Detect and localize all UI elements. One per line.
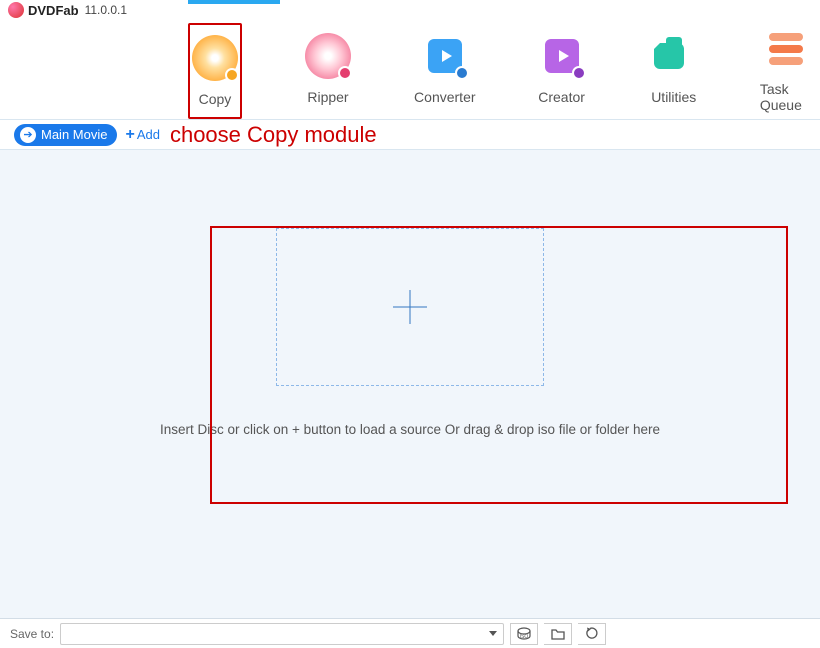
annotation-highlight-box — [210, 226, 788, 504]
active-module-indicator — [188, 0, 280, 4]
folder-icon — [550, 626, 566, 642]
taskqueue-icon — [763, 25, 809, 71]
mode-label: Main Movie — [41, 127, 107, 142]
refresh-button[interactable] — [578, 623, 606, 645]
plus-icon: + — [125, 126, 134, 144]
module-label: Converter — [414, 89, 475, 105]
iso-icon: ISO — [516, 626, 532, 642]
module-copy[interactable]: Copy — [188, 23, 242, 119]
svg-text:ISO: ISO — [520, 634, 529, 640]
annotation-text: choose Copy module — [170, 122, 377, 148]
save-to-label: Save to: — [10, 627, 54, 641]
module-converter[interactable]: Converter — [414, 23, 475, 119]
module-label: Creator — [538, 89, 585, 105]
app-brand: DVDFab — [28, 3, 79, 18]
utilities-icon — [651, 33, 697, 79]
module-ripper[interactable]: Ripper — [302, 23, 354, 119]
add-button[interactable]: + Add — [125, 126, 159, 144]
arrow-right-circle-icon: ➔ — [20, 127, 36, 143]
module-tabs: Copy Ripper Converter Creator — [0, 20, 820, 120]
app-version: 11.0.0.1 — [85, 3, 127, 17]
app-logo-icon — [8, 2, 24, 18]
module-label: Ripper — [307, 89, 348, 105]
module-label: Task Queue — [760, 81, 812, 113]
bottombar: Save to: ISO — [0, 618, 820, 648]
module-taskqueue[interactable]: Task Queue — [760, 23, 812, 119]
module-label: Copy — [199, 91, 232, 107]
save-folder-button[interactable] — [544, 623, 572, 645]
save-iso-button[interactable]: ISO — [510, 623, 538, 645]
refresh-icon — [584, 626, 600, 642]
module-utilities[interactable]: Utilities — [648, 23, 700, 119]
mode-selector[interactable]: ➔ Main Movie — [14, 124, 117, 146]
save-to-dropdown[interactable] — [60, 623, 504, 645]
toolbar: ➔ Main Movie + Add choose Copy module — [0, 120, 820, 150]
ripper-disc-icon — [305, 33, 351, 79]
add-label: Add — [137, 127, 160, 142]
module-creator[interactable]: Creator — [536, 23, 588, 119]
converter-icon — [422, 33, 468, 79]
chevron-down-icon — [489, 631, 497, 636]
creator-icon — [539, 33, 585, 79]
module-label: Utilities — [651, 89, 696, 105]
titlebar: DVDFab 11.0.0.1 — [0, 0, 820, 20]
copy-disc-icon — [192, 35, 238, 81]
